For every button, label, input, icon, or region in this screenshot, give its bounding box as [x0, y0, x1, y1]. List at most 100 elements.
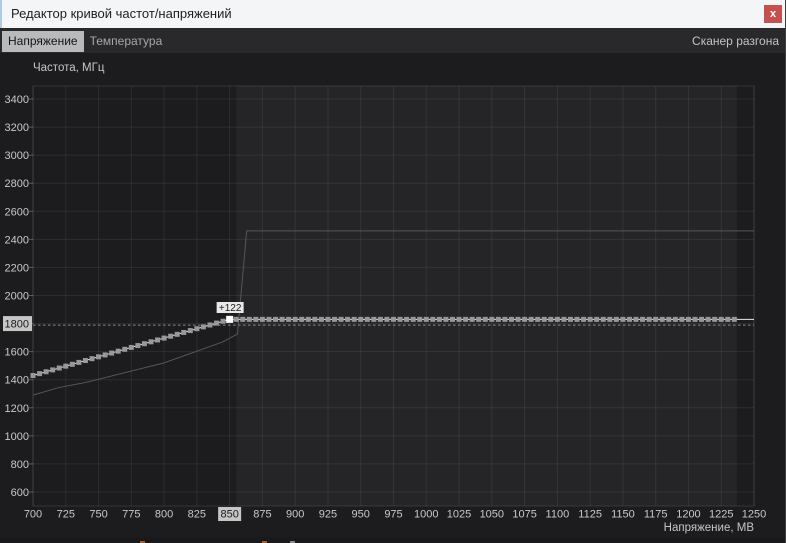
- curve-point[interactable]: [633, 316, 639, 322]
- curve-point[interactable]: [168, 333, 174, 339]
- curve-point[interactable]: [345, 316, 351, 322]
- curve-point[interactable]: [187, 328, 193, 334]
- curve-point[interactable]: [712, 316, 718, 322]
- curve-point[interactable]: [148, 339, 154, 345]
- curve-point[interactable]: [561, 316, 567, 322]
- curve-point[interactable]: [318, 316, 324, 322]
- curve-point[interactable]: [325, 316, 331, 322]
- curve-point[interactable]: [404, 316, 410, 322]
- curve-point[interactable]: [200, 324, 206, 330]
- curve-point[interactable]: [528, 316, 534, 322]
- curve-point[interactable]: [613, 316, 619, 322]
- curve-point[interactable]: [508, 316, 514, 322]
- curve-point[interactable]: [305, 316, 311, 322]
- curve-point[interactable]: [410, 316, 416, 322]
- curve-point[interactable]: [646, 316, 652, 322]
- curve-point[interactable]: [672, 316, 678, 322]
- curve-point[interactable]: [535, 316, 541, 322]
- curve-point[interactable]: [456, 316, 462, 322]
- curve-point[interactable]: [705, 316, 711, 322]
- curve-point[interactable]: [685, 316, 691, 322]
- curve-point[interactable]: [273, 316, 279, 322]
- curve-point[interactable]: [574, 316, 580, 322]
- curve-point[interactable]: [581, 316, 587, 322]
- curve-point[interactable]: [607, 316, 613, 322]
- curve-point[interactable]: [384, 316, 390, 322]
- curve-point[interactable]: [417, 316, 423, 322]
- curve-point[interactable]: [181, 329, 187, 335]
- curve-point[interactable]: [640, 316, 646, 322]
- curve-point[interactable]: [207, 322, 213, 328]
- curve-point[interactable]: [692, 316, 698, 322]
- curve-point[interactable]: [30, 373, 36, 379]
- curve-point[interactable]: [155, 337, 161, 343]
- curve-point[interactable]: [515, 316, 521, 322]
- curve-point[interactable]: [253, 316, 259, 322]
- curve-point[interactable]: [214, 320, 220, 326]
- curve-point[interactable]: [476, 316, 482, 322]
- selected-curve-point[interactable]: [226, 315, 234, 323]
- curve-point[interactable]: [141, 341, 147, 347]
- curve-point[interactable]: [286, 316, 292, 322]
- curve-point[interactable]: [666, 316, 672, 322]
- curve-point[interactable]: [233, 316, 239, 322]
- curve-point[interactable]: [332, 316, 338, 322]
- curve-point[interactable]: [115, 348, 121, 354]
- curve-point[interactable]: [620, 316, 626, 322]
- curve-point[interactable]: [96, 354, 102, 360]
- curve-point[interactable]: [469, 316, 475, 322]
- titlebar[interactable]: Редактор кривой частот/напряжений x: [0, 0, 785, 28]
- curve-point[interactable]: [482, 316, 488, 322]
- curve-point[interactable]: [69, 361, 75, 367]
- curve-point[interactable]: [37, 371, 43, 377]
- curve-point[interactable]: [351, 316, 357, 322]
- curve-point[interactable]: [312, 316, 318, 322]
- curve-point[interactable]: [391, 316, 396, 322]
- curve-point[interactable]: [240, 316, 246, 322]
- curve-point[interactable]: [587, 316, 593, 322]
- curve-point[interactable]: [731, 316, 737, 322]
- curve-point[interactable]: [364, 316, 370, 322]
- curve-point[interactable]: [63, 363, 69, 369]
- tab-voltage[interactable]: Напряжение: [2, 31, 84, 52]
- curve-point[interactable]: [626, 316, 632, 322]
- curve-point[interactable]: [135, 343, 141, 349]
- curve-point[interactable]: [128, 344, 134, 350]
- curve-point[interactable]: [56, 365, 62, 371]
- curve-point[interactable]: [109, 350, 115, 356]
- curve-point[interactable]: [522, 316, 528, 322]
- curve-point[interactable]: [76, 359, 82, 365]
- close-button[interactable]: x: [764, 5, 782, 23]
- curve-point[interactable]: [653, 316, 659, 322]
- curve-point[interactable]: [548, 316, 554, 322]
- curve-point[interactable]: [600, 316, 606, 322]
- curve-point[interactable]: [220, 318, 226, 324]
- curve-point[interactable]: [246, 316, 252, 322]
- curve-point[interactable]: [430, 316, 436, 322]
- curve-point[interactable]: [502, 316, 508, 322]
- curve-point[interactable]: [358, 316, 364, 322]
- curve-point[interactable]: [436, 316, 442, 322]
- curve-point[interactable]: [50, 367, 56, 373]
- tab-temperature[interactable]: Температура: [84, 31, 169, 52]
- vf-curve-chart[interactable]: 600 800 1000 1200 1400 1600 1800 2000 2200 2400 26…: [0, 53, 786, 537]
- oc-scanner-link[interactable]: Сканер разгона: [692, 34, 779, 48]
- curve-point[interactable]: [463, 316, 469, 322]
- curve-point[interactable]: [495, 316, 501, 322]
- curve-point[interactable]: [659, 316, 665, 322]
- curve-point[interactable]: [449, 316, 455, 322]
- curve-point[interactable]: [594, 316, 600, 322]
- curve-point[interactable]: [397, 316, 403, 322]
- curve-point[interactable]: [371, 316, 377, 322]
- curve-point[interactable]: [567, 316, 573, 322]
- curve-point[interactable]: [443, 316, 449, 322]
- curve-point[interactable]: [279, 316, 285, 322]
- curve-point[interactable]: [338, 316, 344, 322]
- curve-point[interactable]: [82, 358, 88, 364]
- curve-point[interactable]: [423, 316, 429, 322]
- curve-point[interactable]: [699, 316, 705, 322]
- curve-point[interactable]: [718, 316, 724, 322]
- curve-point[interactable]: [489, 316, 495, 322]
- curve-point[interactable]: [174, 331, 180, 337]
- curve-point[interactable]: [725, 316, 731, 322]
